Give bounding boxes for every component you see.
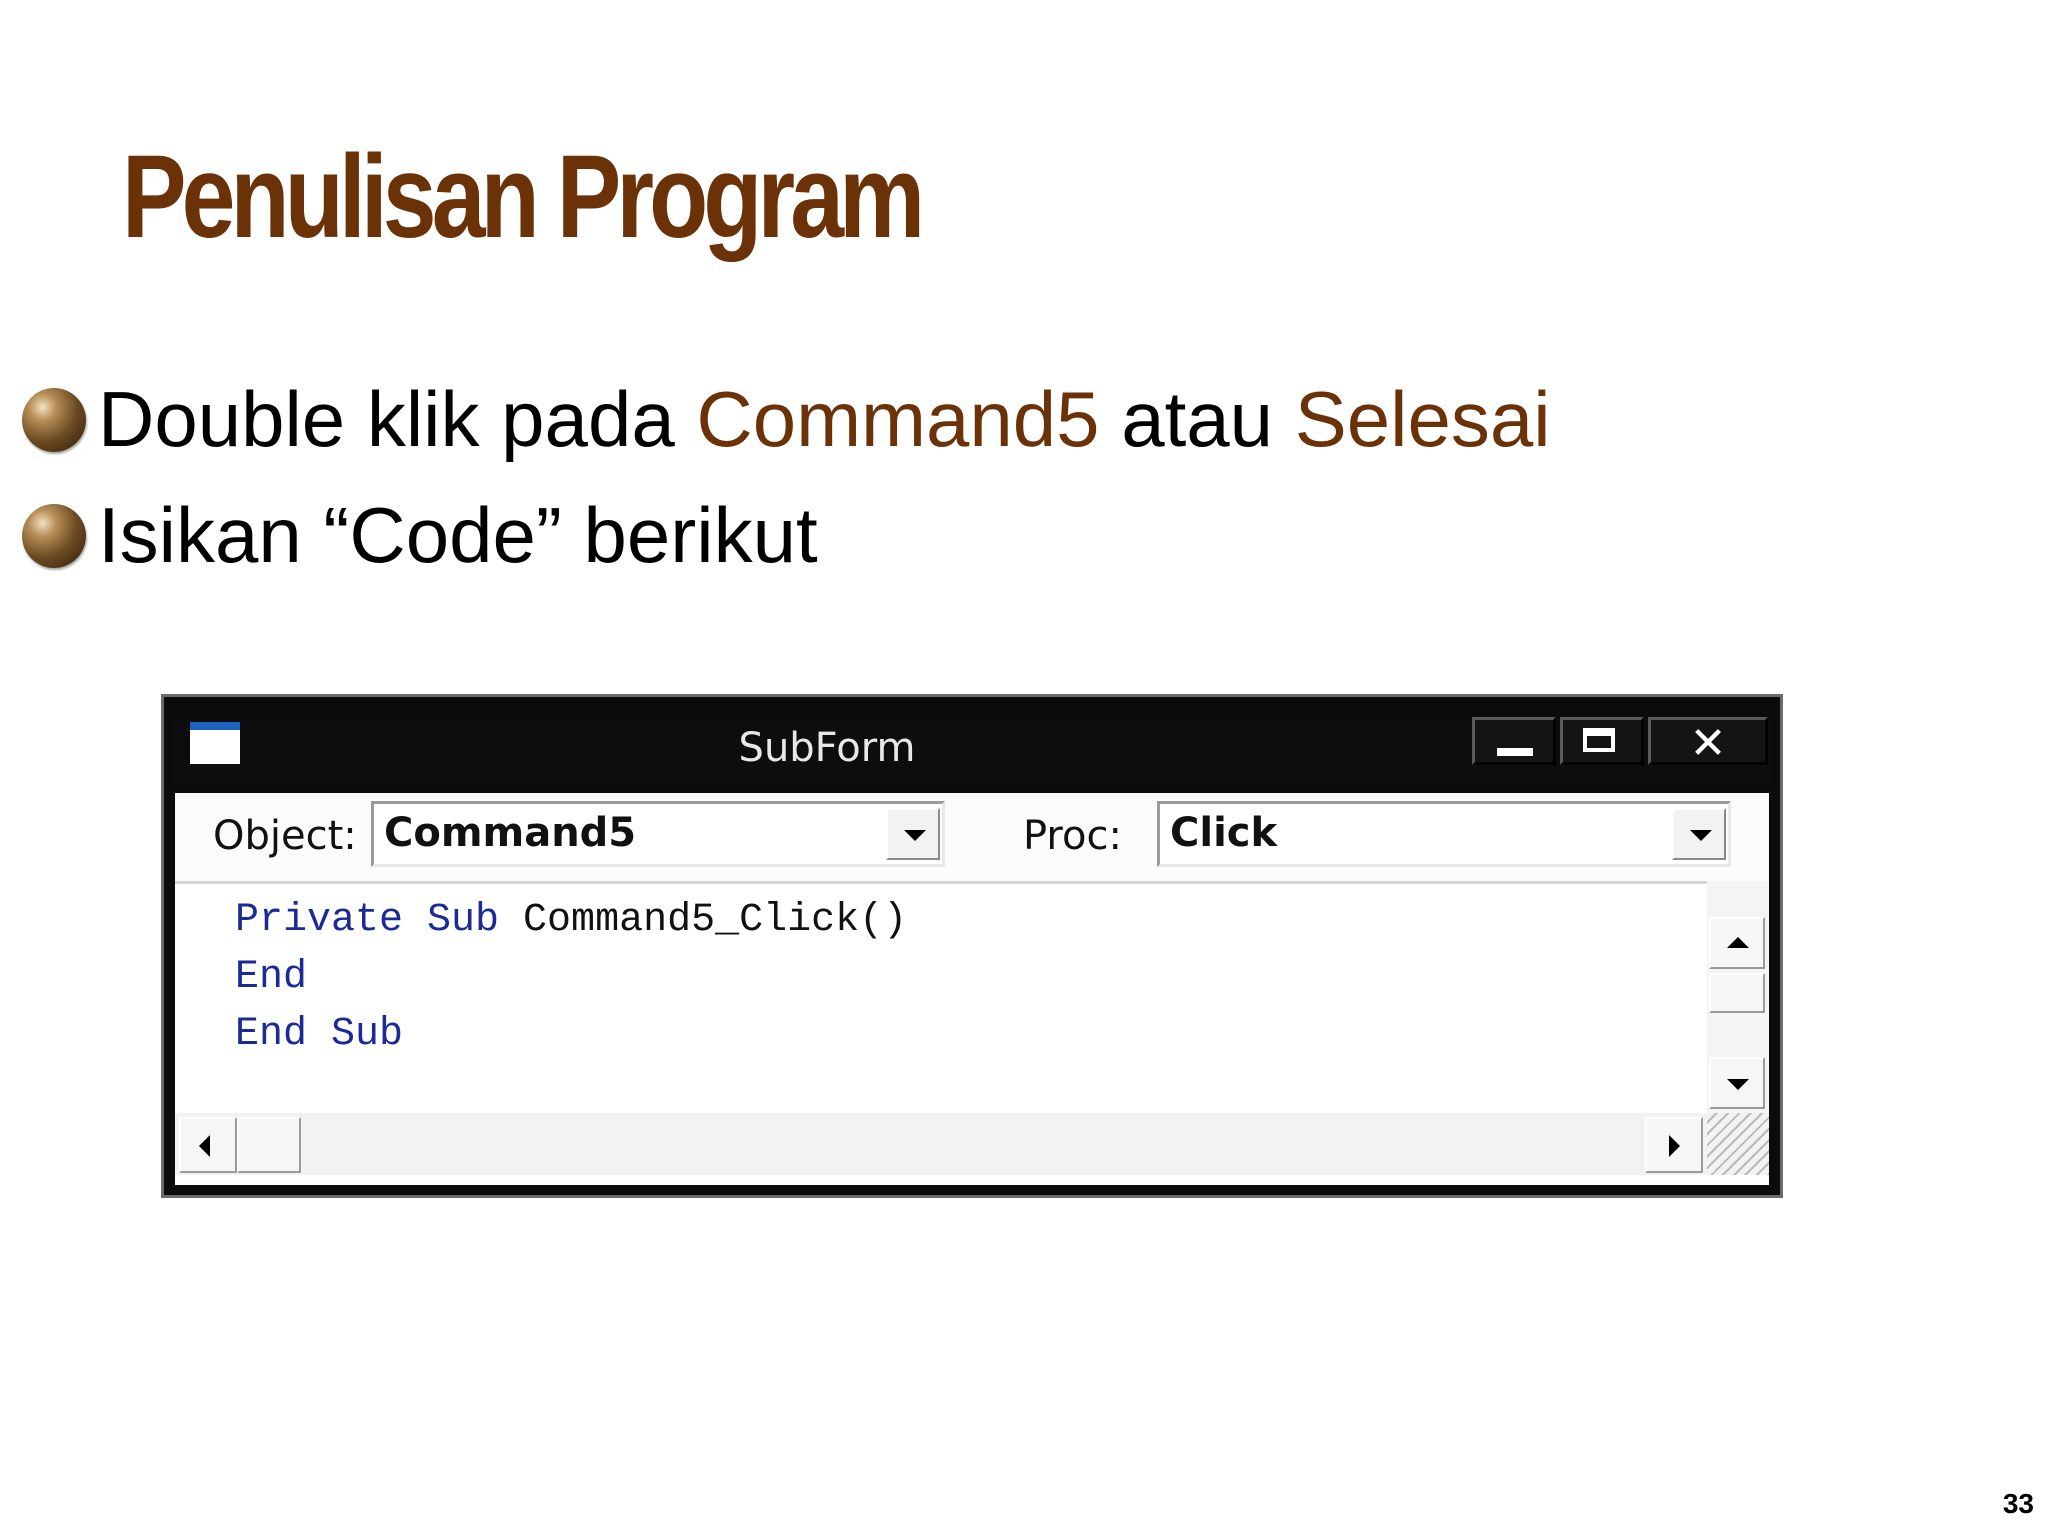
highlight-command5: Command5 <box>696 375 1100 463</box>
scroll-right-button[interactable] <box>1645 1117 1703 1173</box>
bullet-text: Isikan “Code” berikut <box>98 491 818 579</box>
vertical-scroll-thumb[interactable] <box>1709 973 1765 1013</box>
vertical-scrollbar[interactable] <box>1707 881 1769 1113</box>
arrow-left-icon <box>199 1135 210 1157</box>
sphere-bullet-icon <box>22 388 86 452</box>
selector-bar: Object: Command5 Proc: Click <box>175 793 1769 881</box>
proc-label: Proc: <box>1023 813 1122 859</box>
code-text: Command5_Click() <box>499 898 908 943</box>
code-editor-panel: Object: Command5 Proc: Click Private Sub… <box>175 793 1769 1185</box>
scroll-up-button[interactable] <box>1709 917 1765 969</box>
minimize-icon <box>1497 748 1533 756</box>
object-dropdown[interactable]: Command5 <box>371 801 945 867</box>
horizontal-scroll-thumb[interactable] <box>237 1117 301 1173</box>
window-titlebar[interactable]: SubForm ✕ <box>172 717 1772 783</box>
proc-dropdown-value: Click <box>1170 810 1278 856</box>
arrow-down-icon <box>1727 1079 1749 1090</box>
scroll-left-button[interactable] <box>179 1117 237 1173</box>
highlight-selesai: Selesai <box>1294 375 1551 463</box>
code-keyword: Private Sub <box>235 898 500 943</box>
window-title: SubForm <box>738 725 916 771</box>
code-window: SubForm ✕ Object: Command5 Proc: Click P… <box>161 694 1783 1198</box>
page-number: 33 <box>2002 1488 2034 1519</box>
code-line: Private Sub Command5_Click() <box>235 898 907 943</box>
bullet-text-part: Double klik pada <box>98 375 697 463</box>
close-button[interactable]: ✕ <box>1648 717 1768 769</box>
bullet-text-part: atau <box>1099 375 1295 463</box>
minimize-button[interactable] <box>1472 717 1556 765</box>
chevron-down-icon <box>904 830 926 841</box>
maximize-icon <box>1583 728 1615 752</box>
slide-title: Penulisan Program <box>122 131 925 263</box>
object-dropdown-value: Command5 <box>384 810 637 856</box>
object-label: Object: <box>213 813 357 859</box>
code-keyword: End Sub <box>235 1012 404 1057</box>
object-dropdown-button[interactable] <box>886 808 940 860</box>
arrow-up-icon <box>1727 937 1749 948</box>
code-line: End Sub <box>235 1012 403 1057</box>
code-line: End <box>235 955 307 1000</box>
proc-dropdown-button[interactable] <box>1672 808 1726 860</box>
maximize-button[interactable] <box>1560 717 1644 765</box>
proc-dropdown[interactable]: Click <box>1157 801 1731 867</box>
bullet-text: Double klik pada Command5 atau Selesai <box>98 380 1551 458</box>
code-editor[interactable]: Private Sub Command5_Click() End End Sub <box>175 881 1707 1113</box>
arrow-right-icon <box>1669 1135 1680 1157</box>
code-keyword: End <box>235 955 308 1000</box>
resize-grip-icon[interactable] <box>1707 1113 1769 1175</box>
chevron-down-icon <box>1690 830 1712 841</box>
sphere-bullet-icon <box>22 504 86 568</box>
scroll-down-button[interactable] <box>1709 1057 1765 1109</box>
close-icon: ✕ <box>1689 718 1727 769</box>
horizontal-scrollbar[interactable] <box>175 1113 1707 1175</box>
